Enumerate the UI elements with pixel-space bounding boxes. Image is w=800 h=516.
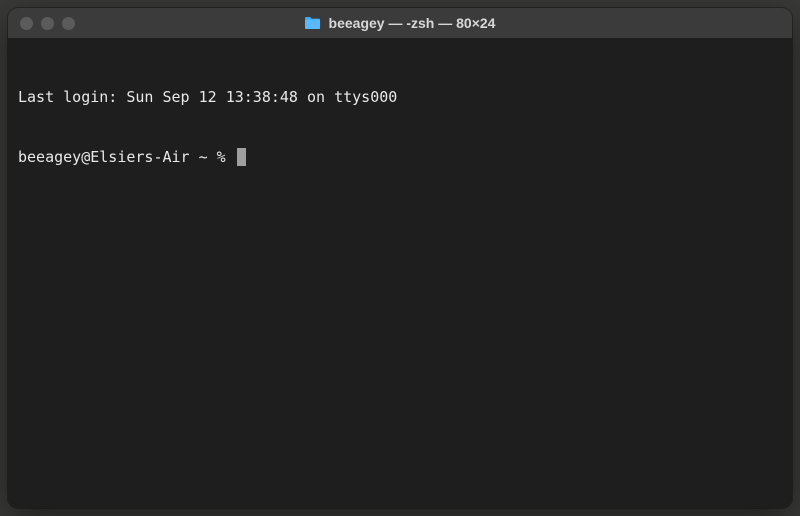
last-login-line: Last login: Sun Sep 12 13:38:48 on ttys0… (18, 87, 782, 107)
folder-icon (305, 16, 321, 30)
maximize-button[interactable] (62, 17, 75, 30)
traffic-lights (20, 17, 75, 30)
prompt-text: beeagey@Elsiers-Air ~ % (18, 147, 235, 167)
window-title-group: beeagey — -zsh — 80×24 (305, 15, 496, 31)
titlebar: beeagey — -zsh — 80×24 (8, 8, 792, 38)
cursor (237, 148, 246, 166)
close-button[interactable] (20, 17, 33, 30)
window-title: beeagey — -zsh — 80×24 (329, 15, 496, 31)
terminal-window: beeagey — -zsh — 80×24 Last login: Sun S… (8, 8, 792, 508)
minimize-button[interactable] (41, 17, 54, 30)
prompt-line: beeagey@Elsiers-Air ~ % (18, 147, 782, 167)
terminal-body[interactable]: Last login: Sun Sep 12 13:38:48 on ttys0… (8, 38, 792, 508)
